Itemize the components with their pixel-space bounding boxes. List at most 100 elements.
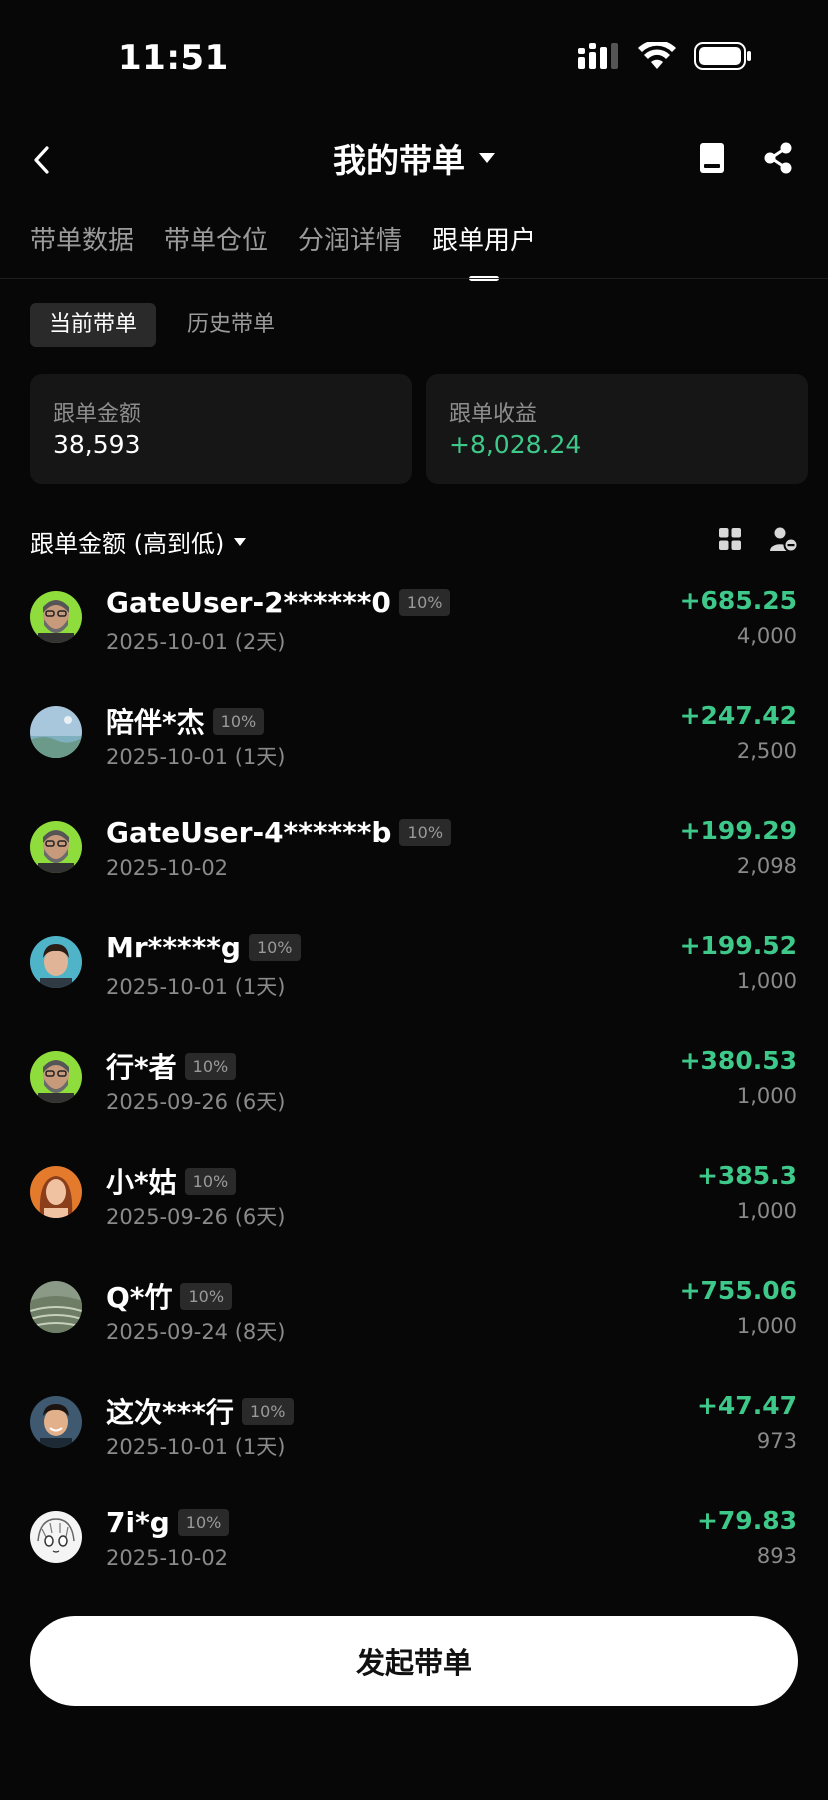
avatar	[30, 591, 82, 643]
share-button[interactable]	[758, 138, 798, 178]
tab-trading-data[interactable]: 带单数据	[30, 220, 134, 271]
status-icons	[578, 40, 752, 74]
follow-date: 2025-10-01 (2天)	[106, 630, 286, 654]
follow-amount-value: 38,593	[53, 430, 141, 459]
follower-amount: 2,500	[736, 739, 797, 763]
follower-amount: 893	[756, 1544, 797, 1568]
avatar	[30, 821, 82, 873]
profit-share-badge: 10%	[399, 819, 452, 846]
profit-share-badge: 10%	[177, 1509, 230, 1536]
follow-amount-card: 跟单金额 38,593	[30, 374, 412, 484]
book-icon	[700, 143, 724, 173]
follow-date: 2025-10-01 (1天)	[106, 975, 286, 999]
avatar	[30, 1281, 82, 1333]
follower-row[interactable]: 这次***行 10% 2025-10-01 (1天) +47.47 973	[0, 1383, 828, 1498]
avatar	[30, 1051, 82, 1103]
follower-row[interactable]: 小*姑 10% 2025-09-26 (6天) +385.3 1,000	[0, 1153, 828, 1268]
status-time: 11:51	[118, 38, 229, 78]
follower-name: 7i*g	[106, 1506, 170, 1539]
follower-name-line: GateUser-2******0 10%	[106, 586, 451, 619]
tab-bar: 带单数据 带单仓位 分润详情 跟单用户	[30, 220, 536, 271]
follower-name: Q*竹	[106, 1281, 173, 1314]
profit-share-badge: 10%	[212, 707, 265, 735]
follow-date: 2025-10-02	[106, 856, 229, 880]
follower-amount: 1,000	[736, 969, 797, 993]
follower-amount: 1,000	[736, 1314, 797, 1338]
start-copy-trading-button[interactable]: 发起带单	[30, 1616, 798, 1706]
avatar	[30, 706, 82, 758]
follower-amount: 1,000	[736, 1084, 797, 1108]
profit-share-badge: 10%	[184, 1052, 237, 1080]
follower-name-line: 陪伴*杰 10%	[106, 701, 265, 741]
segment-current[interactable]: 当前带单	[30, 303, 157, 347]
follower-name: GateUser-4******b	[106, 816, 392, 849]
follower-name: 行*者	[106, 1051, 177, 1084]
follower-profit: +380.53	[679, 1046, 797, 1075]
follow-amount-label: 跟单金额	[53, 402, 142, 427]
follower-row[interactable]: 陪伴*杰 10% 2025-10-01 (1天) +247.42 2,500	[0, 693, 828, 808]
follower-name-line: Mr*****g 10%	[106, 931, 301, 964]
follower-name-line: Q*竹 10%	[106, 1276, 233, 1316]
sort-dropdown[interactable]: 跟单金额 (高到低)	[30, 524, 247, 559]
remove-follower-button[interactable]	[770, 526, 799, 556]
follower-name: Mr*****g	[106, 931, 241, 964]
tab-divider	[0, 278, 828, 279]
follower-amount: 1,000	[736, 1199, 797, 1223]
follower-profit: +385.3	[696, 1161, 797, 1190]
follower-amount: 2,098	[736, 854, 797, 878]
follower-name-line: 小*姑 10%	[106, 1161, 237, 1201]
profit-share-badge: 10%	[180, 1282, 233, 1310]
tab-followers[interactable]: 跟单用户	[432, 220, 536, 271]
follower-profit: +79.83	[696, 1506, 797, 1535]
page-title: 我的带单	[333, 141, 465, 180]
follow-date: 2025-10-01 (1天)	[106, 1435, 286, 1459]
wifi-icon	[638, 40, 676, 74]
follow-date: 2025-09-26 (6天)	[106, 1205, 286, 1229]
guide-book-button[interactable]	[692, 138, 732, 178]
caret-down-icon	[479, 153, 495, 163]
follower-row[interactable]: GateUser-2******0 10% 2025-10-01 (2天) +685.…	[0, 578, 828, 693]
follower-name-line: 这次***行 10%	[106, 1391, 294, 1431]
avatar	[30, 1396, 82, 1448]
grid-icon	[719, 528, 741, 550]
user-remove-icon	[770, 527, 799, 553]
segment-history[interactable]: 历史带单	[168, 303, 294, 347]
follower-amount: 4,000	[736, 624, 797, 648]
follow-date: 2025-09-26 (6天)	[106, 1090, 286, 1114]
tab-profit-share[interactable]: 分润详情	[298, 220, 402, 271]
follow-date: 2025-09-24 (8天)	[106, 1320, 286, 1344]
follower-amount: 973	[756, 1429, 797, 1453]
grid-view-button[interactable]	[718, 527, 742, 555]
list-tools	[718, 526, 799, 556]
follower-profit: +755.06	[679, 1276, 797, 1305]
avatar	[30, 936, 82, 988]
follower-name-line: 行*者 10%	[106, 1046, 237, 1086]
follower-name: 陪伴*杰	[106, 706, 205, 739]
follower-row[interactable]: 行*者 10% 2025-09-26 (6天) +380.53 1,000	[0, 1038, 828, 1153]
caret-down-icon	[234, 537, 247, 546]
follow-date: 2025-10-01 (1天)	[106, 745, 286, 769]
follower-name-line: GateUser-4******b 10%	[106, 816, 452, 849]
battery-icon	[694, 42, 752, 74]
sort-label: 跟单金额 (高到低)	[30, 530, 225, 558]
avatar	[30, 1511, 82, 1563]
follower-row[interactable]: 7i*g 10% 2025-10-02 +79.83 893	[0, 1498, 828, 1613]
follower-profit: +199.29	[679, 816, 797, 845]
segment-control: 当前带单 历史带单	[30, 303, 294, 347]
tab-positions[interactable]: 带单仓位	[164, 220, 268, 271]
follower-row[interactable]: Q*竹 10% 2025-09-24 (8天) +755.06 1,000	[0, 1268, 828, 1383]
profit-share-badge: 10%	[184, 1167, 237, 1195]
signal-icon	[578, 43, 620, 73]
follower-row[interactable]: Mr*****g 10% 2025-10-01 (1天) +199.52 1,000	[0, 923, 828, 1038]
follower-list: GateUser-2******0 10% 2025-10-01 (2天) +685.…	[0, 578, 828, 1613]
follower-row[interactable]: GateUser-4******b 10% 2025-10-02 +199.29 2,0…	[0, 808, 828, 923]
profit-share-badge: 10%	[248, 934, 301, 961]
follow-profit-label: 跟单收益	[449, 402, 538, 427]
follow-profit-card: 跟单收益 +8,028.24	[426, 374, 808, 484]
follower-profit: +47.47	[696, 1391, 797, 1420]
share-icon	[764, 142, 792, 174]
follow-profit-value: +8,028.24	[449, 430, 582, 459]
profit-share-badge: 10%	[241, 1397, 294, 1425]
follower-name-line: 7i*g 10%	[106, 1506, 230, 1539]
follower-name: 小*姑	[106, 1166, 177, 1199]
